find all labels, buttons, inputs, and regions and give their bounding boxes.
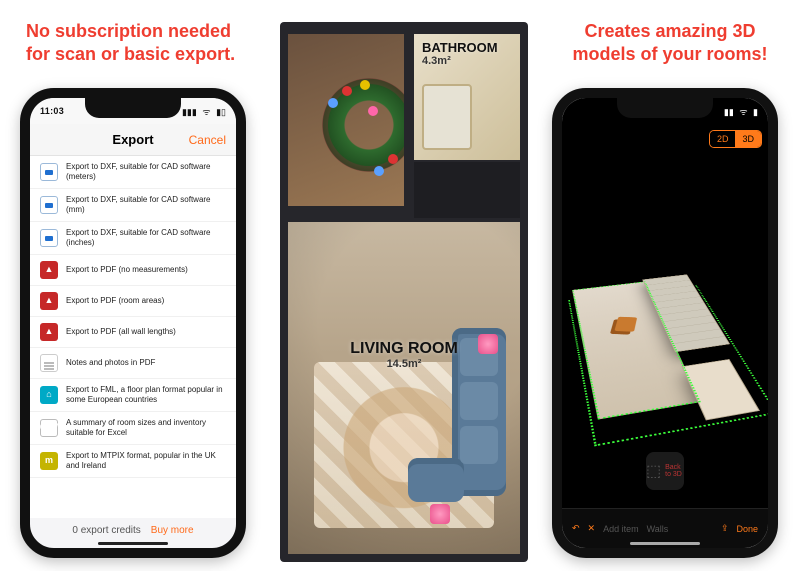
export-option[interactable]: ▲ Export to PDF (no measurements) — [30, 255, 236, 286]
export-option[interactable]: m Export to MTPIX format, popular in the … — [30, 445, 236, 478]
export-option[interactable]: CSV A summary of room sizes and inventory… — [30, 412, 236, 445]
fml-icon: ⌂ — [40, 386, 58, 404]
cube-icon: ⬚ — [646, 461, 661, 481]
recenter-button[interactable]: ⬚ Back to 3D — [646, 452, 684, 490]
export-option-label: Export to PDF (room areas) — [66, 296, 164, 306]
csv-icon: CSV — [40, 419, 58, 437]
undo-button[interactable]: ↶ — [572, 523, 580, 534]
export-option[interactable]: ▲ Export to PDF (room areas) — [30, 286, 236, 317]
export-option-label: Export to DXF, suitable for CAD software… — [66, 195, 226, 215]
export-option-label: Export to PDF (all wall lengths) — [66, 327, 176, 337]
export-list[interactable]: Export to DXF, suitable for CAD software… — [30, 156, 236, 518]
right-caption: Creates amazing 3D models of your rooms! — [552, 20, 788, 74]
left-caption: No subscription needed for scan or basic… — [26, 20, 256, 74]
export-option[interactable]: Export to DXF, suitable for CAD software… — [30, 156, 236, 189]
room-bathroom[interactable]: BATHROOM 4.3m² — [414, 34, 520, 160]
export-option-label: Export to FML, a floor plan format popul… — [66, 385, 226, 405]
note-icon — [40, 354, 58, 372]
room-living[interactable]: LIVING ROOM 14.5m² — [288, 222, 520, 554]
export-option[interactable]: Export to DXF, suitable for CAD software… — [30, 222, 236, 255]
status-icons: ▮▮ ᯤ ▮ — [721, 105, 758, 118]
phone-export: 11:03 ▮▮▮ ᯤ ▮▯ Export Cancel Export to D… — [20, 88, 246, 558]
wifi-icon: ᯤ — [739, 107, 747, 117]
floorplan-view[interactable]: WAY BATHROOM 4.3m² LIVING ROOM 14.5m² — [280, 22, 528, 562]
done-button[interactable]: Done — [736, 524, 758, 534]
bathroom-label: BATHROOM 4.3m² — [422, 40, 498, 67]
battery-icon: ▮ — [753, 107, 758, 117]
export-navbar: Export Cancel — [30, 124, 236, 156]
3d-viewer[interactable]: 2D 3D ⬚ Back to 3D — [562, 124, 768, 508]
export-option-label: Export to PDF (no measurements) — [66, 265, 188, 275]
export-option-label: A summary of room sizes and inventory su… — [66, 418, 226, 438]
phone-3d: ▮▮ ᯤ ▮ 2D 3D ⬚ — [552, 88, 778, 558]
cancel-button[interactable]: Cancel — [189, 133, 226, 147]
status-icons: ▮▮▮ ᯤ ▮▯ — [179, 105, 226, 118]
living-label: LIVING ROOM 14.5m² — [350, 340, 458, 370]
living-area: 14.5m² — [350, 358, 458, 370]
pdf-icon: ▲ — [40, 292, 58, 310]
pillow-icon — [478, 334, 498, 354]
dxf-icon — [40, 163, 58, 181]
export-option[interactable]: Notes and photos in PDF — [30, 348, 236, 379]
battery-icon: ▮▯ — [216, 107, 226, 117]
mode-3d-button[interactable]: 3D — [735, 131, 761, 147]
home-indicator — [630, 542, 700, 545]
walls-button[interactable]: Walls — [647, 524, 669, 534]
wreath-decoration — [322, 78, 404, 172]
pdf-icon: ▲ — [40, 323, 58, 341]
mode-2d-button[interactable]: 2D — [710, 131, 736, 147]
dxf-icon — [40, 196, 58, 214]
3d-model[interactable] — [562, 268, 778, 458]
buy-more-button[interactable]: Buy more — [151, 525, 194, 536]
export-option[interactable]: Export to DXF, suitable for CAD software… — [30, 189, 236, 222]
status-time: 11:03 — [40, 106, 64, 116]
bathroom-area: 4.3m² — [422, 55, 498, 67]
credits-label: 0 export credits — [72, 525, 140, 536]
export-option-label: Export to DXF, suitable for CAD software… — [66, 228, 226, 248]
status-time — [572, 106, 575, 116]
export-title: Export — [112, 132, 153, 147]
add-item-button[interactable]: Add item — [603, 524, 639, 534]
wifi-icon: ᯤ — [202, 107, 210, 117]
export-option-label: Notes and photos in PDF — [66, 358, 155, 368]
room-entry[interactable]: WAY — [288, 34, 404, 206]
export-option[interactable]: ▲ Export to PDF (all wall lengths) — [30, 317, 236, 348]
pillow-icon — [430, 504, 450, 524]
share-button[interactable]: ⇪ — [721, 523, 729, 534]
export-option[interactable]: ⌂ Export to FML, a floor plan format popu… — [30, 379, 236, 412]
recenter-hint: Back to 3D — [665, 464, 684, 478]
export-option-label: Export to MTPIX format, popular in the U… — [66, 451, 226, 471]
dxf-icon — [40, 229, 58, 247]
signal-icon: ▮▮▮ — [182, 107, 197, 117]
mode-toggle[interactable]: 2D 3D — [709, 130, 762, 148]
signal-icon: ▮▮ — [724, 107, 734, 117]
export-footer: 0 export credits Buy more — [30, 518, 236, 542]
tools-button[interactable]: ✕ — [588, 523, 596, 534]
mtrx-icon: m — [40, 452, 58, 470]
export-option-label: Export to DXF, suitable for CAD software… — [66, 162, 226, 182]
home-indicator — [98, 542, 168, 545]
pdf-icon: ▲ — [40, 261, 58, 279]
